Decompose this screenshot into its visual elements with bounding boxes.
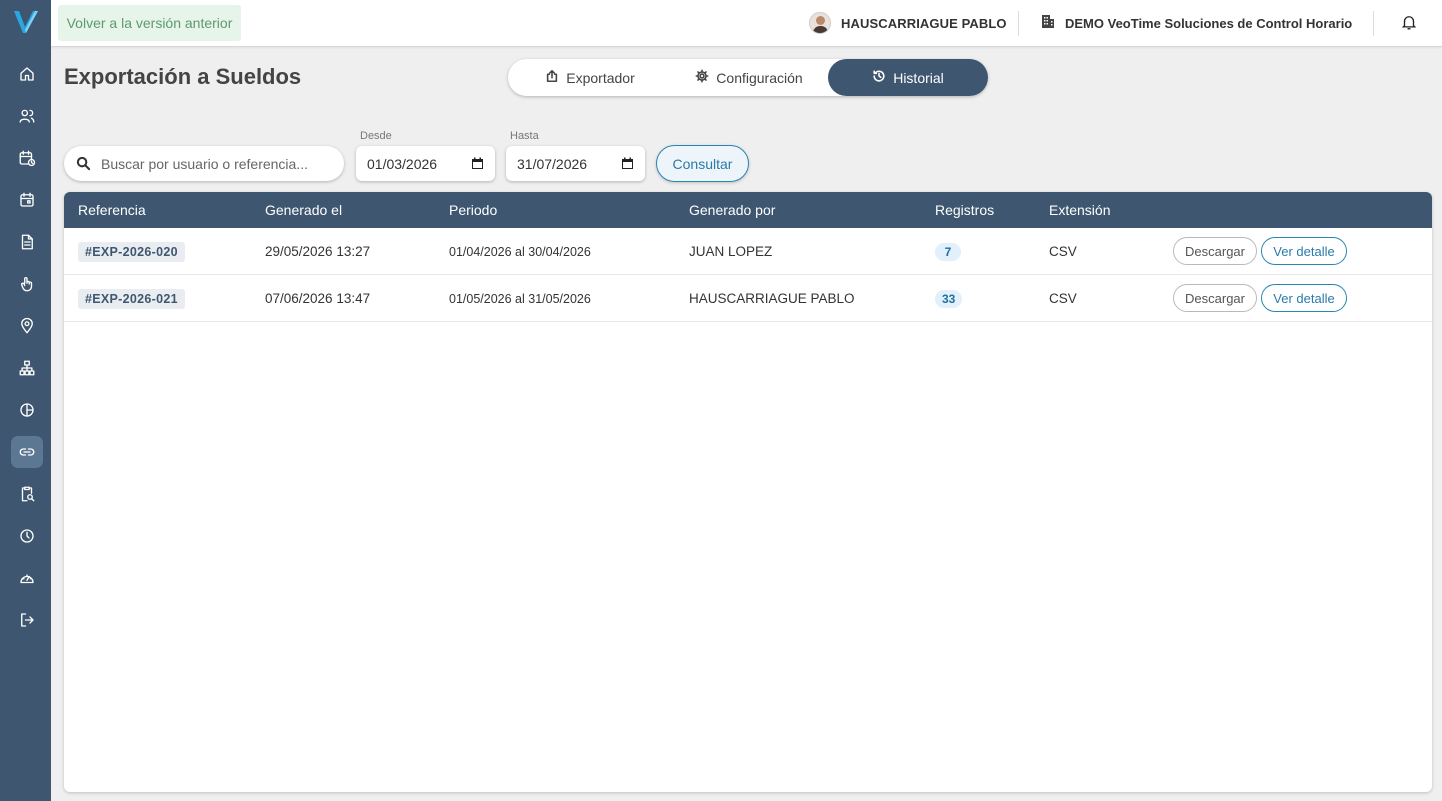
from-date-label: Desde xyxy=(360,130,392,142)
consult-button[interactable]: Consultar xyxy=(656,145,749,182)
bell-icon[interactable] xyxy=(1400,13,1420,33)
to-date-field[interactable]: 31/07/2026 xyxy=(506,146,645,181)
user-name: HAUSCARRIAGUE PABLO xyxy=(841,15,1007,31)
search-input[interactable] xyxy=(101,146,331,181)
table-row: #EXP-2026-021 07/06/2026 13:47 01/05/202… xyxy=(64,275,1432,322)
clock-icon[interactable] xyxy=(11,520,43,552)
export-icon xyxy=(545,69,559,86)
company-name: DEMO VeoTime Soluciones de Control Horar… xyxy=(1065,15,1353,31)
building-icon xyxy=(1040,13,1056,34)
generated-at-cell: 07/06/2026 13:47 xyxy=(265,291,371,306)
home-icon[interactable] xyxy=(11,58,43,90)
tab-bar: Exportador Configuración Historial xyxy=(508,59,988,96)
clipboard-search-icon[interactable] xyxy=(11,478,43,510)
tab-label: Historial xyxy=(893,69,944,86)
column-header-extension: Extensión xyxy=(1049,202,1111,218)
avatar xyxy=(809,12,831,34)
generated-by-cell: JUAN LOPEZ xyxy=(689,244,773,259)
user-menu[interactable]: HAUSCARRIAGUE PABLO xyxy=(809,12,1007,34)
calendar-icon[interactable] xyxy=(11,184,43,216)
org-chart-icon[interactable] xyxy=(11,352,43,384)
download-button[interactable]: Descargar xyxy=(1173,284,1257,312)
column-header-periodo: Periodo xyxy=(449,202,498,218)
search-box xyxy=(64,146,344,181)
history-icon xyxy=(872,69,886,86)
document-icon[interactable] xyxy=(11,226,43,258)
tab-label: Configuración xyxy=(716,69,803,86)
from-date-value: 01/03/2026 xyxy=(367,155,438,172)
tab-configuracion[interactable]: Configuración xyxy=(674,59,824,96)
records-badge: 33 xyxy=(935,289,963,308)
table-header: Referencia Generado el Periodo Generado … xyxy=(64,192,1432,228)
to-date-value: 31/07/2026 xyxy=(517,155,588,172)
calendar-icon[interactable] xyxy=(471,157,484,170)
column-header-generado-por: Generado por xyxy=(689,202,776,218)
gear-icon xyxy=(695,69,709,86)
logout-icon[interactable] xyxy=(11,604,43,636)
location-pin-icon[interactable] xyxy=(11,310,43,342)
download-button[interactable]: Descargar xyxy=(1173,237,1257,265)
generated-by-cell: HAUSCARRIAGUE PABLO xyxy=(689,291,855,306)
tab-exportador[interactable]: Exportador xyxy=(516,59,664,96)
hand-pointer-icon[interactable] xyxy=(11,268,43,300)
extension-cell: CSV xyxy=(1049,244,1077,259)
pie-chart-icon[interactable] xyxy=(11,394,43,426)
calendar-clock-icon[interactable] xyxy=(11,142,43,174)
column-header-generado-el: Generado el xyxy=(265,202,343,218)
column-header-registros: Registros xyxy=(935,202,995,218)
speedometer-icon[interactable] xyxy=(11,562,43,594)
sidebar xyxy=(0,0,51,801)
veotime-logo-icon[interactable] xyxy=(12,8,40,36)
old-version-button[interactable]: Volver a la versión anterior xyxy=(58,5,241,41)
from-date-field[interactable]: 01/03/2026 xyxy=(356,146,495,181)
page-title: Exportación a Sueldos xyxy=(64,64,302,89)
calendar-icon[interactable] xyxy=(621,157,634,170)
period-cell: 01/05/2026 al 31/05/2026 xyxy=(449,291,591,306)
view-detail-button[interactable]: Ver detalle xyxy=(1261,284,1347,312)
table-row: #EXP-2026-020 29/05/2026 13:27 01/04/202… xyxy=(64,228,1432,275)
tab-historial[interactable]: Historial xyxy=(828,59,988,96)
reference-badge: #EXP-2026-020 xyxy=(78,241,185,262)
records-badge: 7 xyxy=(935,242,961,261)
company-selector[interactable]: DEMO VeoTime Soluciones de Control Horar… xyxy=(1040,12,1352,34)
history-table: Referencia Generado el Periodo Generado … xyxy=(64,192,1432,792)
to-date-label: Hasta xyxy=(510,130,539,142)
users-icon[interactable] xyxy=(11,100,43,132)
period-cell: 01/04/2026 al 30/04/2026 xyxy=(449,244,591,259)
reference-badge: #EXP-2026-021 xyxy=(78,288,185,309)
tab-label: Exportador xyxy=(566,69,635,86)
link-icon[interactable] xyxy=(11,436,43,468)
extension-cell: CSV xyxy=(1049,291,1077,306)
generated-at-cell: 29/05/2026 13:27 xyxy=(265,244,371,259)
view-detail-button[interactable]: Ver detalle xyxy=(1261,237,1347,265)
divider xyxy=(1018,11,1019,36)
column-header-referencia: Referencia xyxy=(78,202,146,218)
top-bar: Volver a la versión anterior HAUSCARRIAG… xyxy=(51,0,1442,47)
divider xyxy=(1373,11,1374,36)
